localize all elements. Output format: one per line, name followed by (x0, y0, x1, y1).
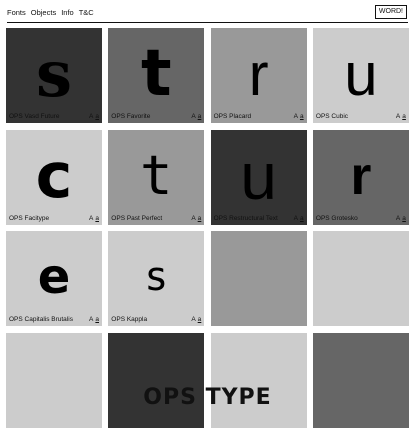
font-sample-glyph: c (35, 139, 73, 213)
font-tile[interactable]: t OPS Past Perfect Aa (108, 129, 205, 225)
case-toggle[interactable]: Aa (191, 215, 201, 222)
font-tile[interactable]: c OPS Facitype Aa (6, 129, 102, 225)
lowercase-sample: a (95, 113, 99, 120)
nav-objects[interactable]: Objects (31, 8, 56, 17)
case-toggle[interactable]: Aa (294, 215, 304, 222)
font-tile[interactable]: s OPS Kappla Aa (108, 231, 205, 327)
font-name-label: OPS Favorite (111, 113, 151, 120)
word-button[interactable]: WORD! (374, 5, 407, 19)
case-toggle[interactable]: Aa (191, 113, 201, 120)
lowercase-sample: a (197, 113, 202, 120)
font-name-label: OPS Grotesko (315, 214, 358, 222)
nav-info[interactable]: Info (61, 8, 74, 17)
font-sample-glyph: t (141, 37, 172, 111)
lowercase-sample: a (95, 316, 99, 324)
case-toggle[interactable]: Aa (89, 215, 99, 222)
header-divider (7, 22, 408, 23)
uppercase-sample: A (191, 214, 196, 222)
font-tile[interactable]: r OPS Grotesko Aa (312, 129, 409, 225)
main-nav: Fonts Objects Info T&C (7, 8, 94, 17)
case-toggle[interactable]: Aa (191, 316, 201, 323)
font-tile[interactable]: u OPS Restructural Text Aa (210, 129, 307, 225)
lowercase-sample: a (95, 214, 99, 222)
empty-tile (210, 231, 307, 327)
case-toggle[interactable]: Aa (294, 113, 304, 120)
font-sample-glyph: t (140, 144, 173, 208)
lowercase-sample: a (299, 113, 304, 120)
nav-fonts[interactable]: Fonts (7, 8, 26, 17)
font-sample-glyph: r (350, 145, 372, 206)
font-sample-glyph: s (35, 36, 73, 112)
font-tile[interactable]: s OPS Vasd Future Aa (6, 28, 102, 123)
font-tile[interactable]: r OPS Placard Aa (210, 28, 307, 123)
uppercase-sample: A (191, 316, 196, 324)
case-toggle[interactable]: Aa (89, 316, 99, 323)
empty-tile (312, 333, 409, 428)
uppercase-sample: A (293, 113, 298, 120)
font-name-label: OPS Facitype (9, 214, 50, 222)
font-tile[interactable]: t OPS Favorite Aa (108, 28, 205, 123)
lowercase-sample: a (197, 214, 202, 222)
font-name-label: OPS Capitalis Brutalis (9, 316, 73, 324)
case-toggle[interactable]: Aa (396, 215, 406, 222)
lowercase-sample: a (197, 316, 202, 324)
empty-tile (6, 333, 102, 428)
lowercase-sample: a (299, 214, 304, 222)
empty-tile (210, 333, 307, 428)
case-toggle[interactable]: Aa (89, 113, 99, 120)
uppercase-sample: A (191, 113, 196, 120)
empty-tile (312, 231, 409, 327)
font-sample-glyph: u (344, 40, 378, 108)
footer-title: OPS TYPE (143, 385, 272, 410)
lowercase-sample: a (402, 113, 406, 120)
font-sample-glyph: u (240, 138, 277, 213)
nav-terms[interactable]: T&C (79, 8, 94, 17)
font-name-label: OPS Cubic (315, 113, 349, 120)
font-sample-glyph: r (248, 40, 269, 108)
uppercase-sample: A (89, 113, 94, 120)
font-name-label: OPS Placard (213, 113, 252, 120)
font-sample-glyph: e (37, 249, 71, 306)
case-toggle[interactable]: Aa (396, 113, 406, 120)
font-tile[interactable]: e OPS Capitalis Brutalis Aa (6, 231, 102, 327)
lowercase-sample: a (402, 214, 406, 222)
top-bar: Fonts Objects Info T&C WORD! (0, 0, 415, 24)
uppercase-sample: A (89, 214, 94, 222)
font-name-label: OPS Vasd Future (9, 113, 60, 120)
font-name-label: OPS Restructural Text (213, 214, 278, 222)
uppercase-sample: A (395, 214, 401, 222)
font-sample-glyph: s (144, 254, 169, 301)
font-tile[interactable]: u OPS Cubic Aa (312, 28, 409, 123)
empty-tile (108, 333, 205, 428)
font-name-label: OPS Kappla (111, 316, 148, 324)
uppercase-sample: A (89, 316, 94, 324)
uppercase-sample: A (293, 214, 298, 222)
font-name-label: OPS Past Perfect (111, 214, 163, 222)
uppercase-sample: A (395, 113, 401, 120)
